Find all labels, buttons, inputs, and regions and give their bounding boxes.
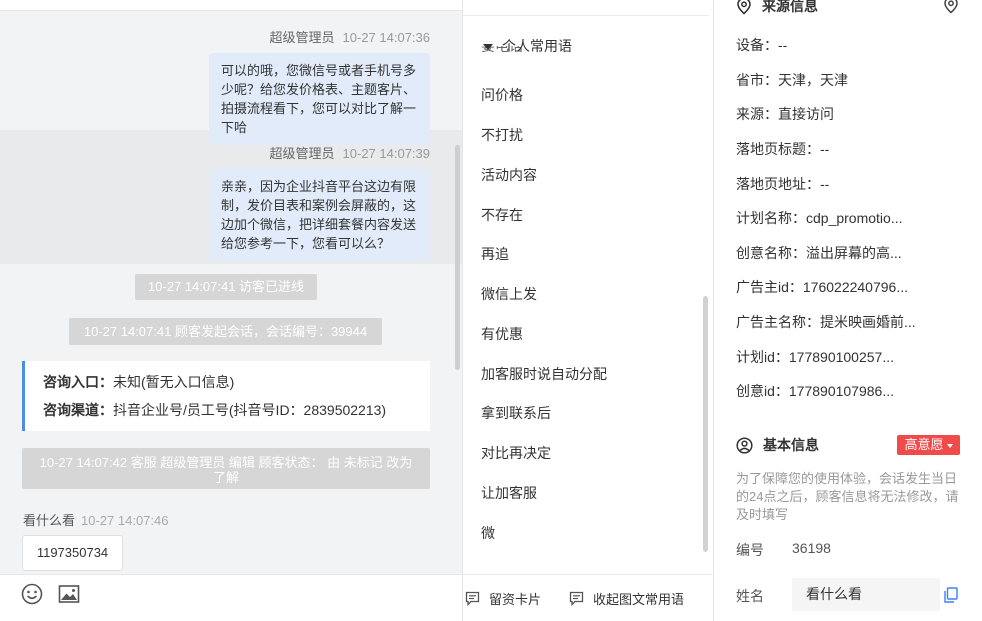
phrase-item[interactable]: 加客服时说自动分配: [481, 364, 607, 384]
sender-name: 超级管理员: [269, 146, 335, 161]
user-circle-icon: [736, 436, 753, 454]
customer-name-label: 姓名: [736, 588, 764, 604]
source-plan-name: 计划名称：cdp_promotio...: [736, 210, 903, 226]
caret-down-icon: [483, 44, 493, 51]
lead-card-button[interactable]: 留资卡片: [465, 589, 541, 608]
source-creative-id: 创意id：177890107986...: [736, 383, 894, 399]
collapse-phrases-button[interactable]: 收起图文常用语: [569, 589, 684, 608]
visitor-name: 看什么看: [23, 513, 76, 528]
phrase-item[interactable]: 微: [481, 523, 495, 543]
message-list-icon: [569, 591, 584, 606]
source-city: 省市：天津，天津: [736, 72, 848, 88]
system-message: 10-27 14:07:41 访客已进线: [135, 274, 317, 300]
message-time: 10-27 14:07:46: [81, 513, 169, 528]
common-phrases-panel: 要电话 个人常用语 问价格 不打扰 活动内容 不存在 再追 微信上发 有优惠 加…: [462, 0, 714, 621]
source-plan-id: 计划id：177890100257...: [736, 349, 894, 365]
phrase-item[interactable]: 有优惠: [481, 324, 523, 344]
basic-info-title: 基本信息: [736, 435, 819, 455]
image-icon[interactable]: [57, 582, 81, 606]
customer-info-panel: 来源信息 设备：-- 省市：天津，天津 来源：直接访问 落地页标题：-- 落地页…: [714, 0, 982, 621]
phrase-item[interactable]: 拿到联系后: [481, 403, 551, 423]
customer-name-input[interactable]: 看什么看: [792, 578, 940, 611]
divider: [463, 15, 709, 16]
emoji-icon[interactable]: [20, 582, 44, 606]
source-advertiser-name: 广告主名称：提米映画婚前...: [736, 314, 916, 330]
message-sender: 超级管理员 10-27 14:07:39: [270, 143, 430, 162]
agent-message-bubble: 亲亲，因为企业抖音平台这边有限制，发价目表和案例会屏蔽的，这边加个微信，把详细套…: [209, 169, 430, 261]
source-landing-url: 落地页地址：--: [736, 176, 830, 192]
location-target-icon[interactable]: [942, 0, 960, 19]
consult-info-card: 咨询入口：未知(暂无入口信息) 咨询渠道：抖音企业号/员工号(抖音号ID：283…: [22, 361, 430, 431]
phrase-item[interactable]: 不存在: [481, 205, 523, 225]
phrase-group-title: 个人常用语: [502, 38, 572, 54]
copy-icon[interactable]: [944, 587, 958, 608]
phrase-item[interactable]: 问价格: [481, 85, 523, 105]
chat-panel: 超级管理员 10-27 14:07:36 可以的哦，您微信号或者手机号多少呢？给您…: [0, 0, 462, 621]
source-advertiser-id: 广告主id：176022240796...: [736, 279, 908, 295]
visitor-message-sender: 看什么看 10-27 14:07:46: [23, 510, 168, 529]
phrase-item[interactable]: 微信上发: [481, 284, 537, 304]
agent-message-bubble: 可以的哦，您微信号或者手机号多少呢？给您发价格表、主题客片、拍摄流程看下，您可以…: [209, 53, 430, 145]
caret-down-icon: [946, 443, 953, 448]
source-device: 设备：--: [736, 37, 788, 53]
location-pin-icon: [737, 0, 751, 15]
source-landing-title: 落地页标题：--: [736, 141, 830, 157]
lead-card-label: 留资卡片: [489, 592, 542, 607]
source-info-label: 来源信息: [762, 0, 818, 14]
entry-value: 未知(暂无入口信息): [113, 374, 235, 390]
message-time: 10-27 14:07:39: [342, 146, 430, 161]
phrase-item[interactable]: 让加客服: [481, 483, 537, 503]
intent-badge[interactable]: 高意愿: [897, 435, 960, 455]
visitor-message-bubble: 1197350734: [22, 535, 123, 571]
collapse-phrases-label: 收起图文常用语: [593, 592, 685, 607]
system-message: 10-27 14:07:42 客服 超级管理员 编辑 顾客状态： 由 未标记 改…: [22, 448, 430, 489]
source-creative-name: 创意名称：溢出屏幕的高...: [736, 245, 902, 261]
phrase-group-header[interactable]: 个人常用语: [483, 36, 572, 56]
phrase-item[interactable]: 再追: [481, 244, 509, 264]
phrase-item[interactable]: 对比再决定: [481, 443, 551, 463]
channel-value: 抖音企业号/员工号(抖音号ID：2839502213): [113, 402, 387, 418]
phrase-item[interactable]: 不打扰: [481, 125, 523, 145]
basic-info-label: 基本信息: [763, 437, 819, 453]
customer-id-value: 36198: [792, 540, 831, 556]
intent-badge-label: 高意愿: [904, 437, 944, 452]
source-info-title: 来源信息: [736, 0, 818, 16]
phrases-scrollbar[interactable]: [703, 296, 708, 552]
edit-notice: 为了保障您的使用体验，会话发生当日的24点之后，顾客信息将无法修改，请及时填写: [736, 471, 959, 522]
message-card-icon: [465, 591, 480, 606]
system-message: 10-27 14:07:41 顾客发起会话，会话编号：39944: [69, 318, 382, 345]
customer-id-label: 编号: [736, 542, 764, 558]
message-time: 10-27 14:07:36: [342, 30, 430, 45]
chat-top-bar: [0, 0, 462, 11]
chat-scrollbar[interactable]: [455, 145, 460, 370]
channel-label: 咨询渠道：: [43, 402, 113, 418]
message-sender: 超级管理员 10-27 14:07:36: [270, 27, 430, 46]
source-origin: 来源：直接访问: [736, 106, 834, 122]
entry-label: 咨询入口：: [43, 374, 113, 390]
phrase-item[interactable]: 活动内容: [481, 165, 537, 185]
sender-name: 超级管理员: [269, 30, 335, 45]
